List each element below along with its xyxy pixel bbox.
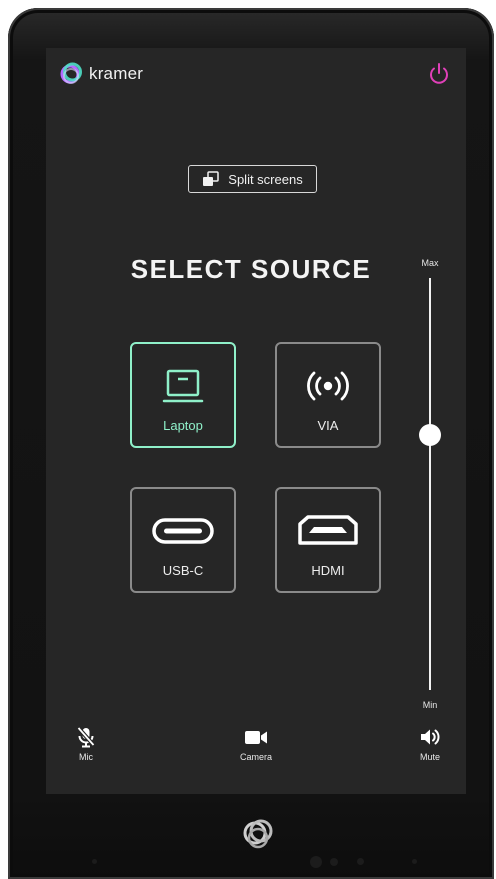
mic-muted-icon (77, 726, 95, 748)
source-tile-laptop[interactable]: Laptop (130, 342, 236, 448)
split-screens-label: Split screens (228, 171, 303, 187)
camera-button[interactable]: Camera (232, 726, 280, 762)
laptop-icon (162, 369, 204, 403)
brand-name: kramer (89, 64, 144, 83)
source-tile-usb-c[interactable]: USB-C (130, 487, 236, 593)
source-label: USB-C (162, 563, 204, 578)
bezel-dot-left (92, 859, 97, 864)
hdmi-icon (298, 515, 358, 545)
touch-screen: kramer Split screens SELECT SOURCE Lapto… (46, 48, 466, 794)
volume-max-label: Max (421, 258, 439, 268)
mic-button[interactable]: Mic (74, 726, 98, 762)
power-button[interactable] (426, 61, 452, 87)
split-screens-icon (203, 171, 220, 186)
bezel-dot-right (412, 859, 417, 864)
page-title: SELECT SOURCE (130, 254, 372, 284)
source-tile-via[interactable]: VIA (275, 342, 381, 448)
volume-min-label: Min (422, 700, 438, 710)
brand-logo: kramer (58, 61, 143, 87)
home-button-logo-icon[interactable] (238, 812, 278, 856)
kramer-logo-icon (60, 62, 82, 84)
camera-lens (357, 858, 364, 865)
top-bar: kramer (46, 48, 466, 100)
source-label: HDMI (311, 563, 345, 578)
bottom-controls: Mic Camera Mute (46, 726, 466, 786)
mic-label: Mic (79, 752, 93, 762)
video-camera-icon (245, 731, 267, 744)
source-tile-hdmi[interactable]: HDMI (275, 487, 381, 593)
mute-label: Mute (419, 752, 440, 762)
source-label: Laptop (163, 418, 203, 433)
speaker-icon (421, 729, 440, 745)
usb-c-icon (152, 518, 214, 544)
source-label: VIA (317, 418, 339, 433)
light-sensor (330, 858, 338, 866)
wireless-icon (307, 371, 349, 401)
proximity-sensor (310, 856, 322, 868)
volume-slider-thumb[interactable] (419, 423, 441, 446)
mute-button[interactable]: Mute (412, 726, 448, 762)
power-icon (430, 63, 448, 84)
split-screens-button[interactable]: Split screens (188, 165, 317, 193)
camera-label: Camera (239, 752, 272, 762)
volume-slider-track[interactable] (429, 278, 431, 690)
